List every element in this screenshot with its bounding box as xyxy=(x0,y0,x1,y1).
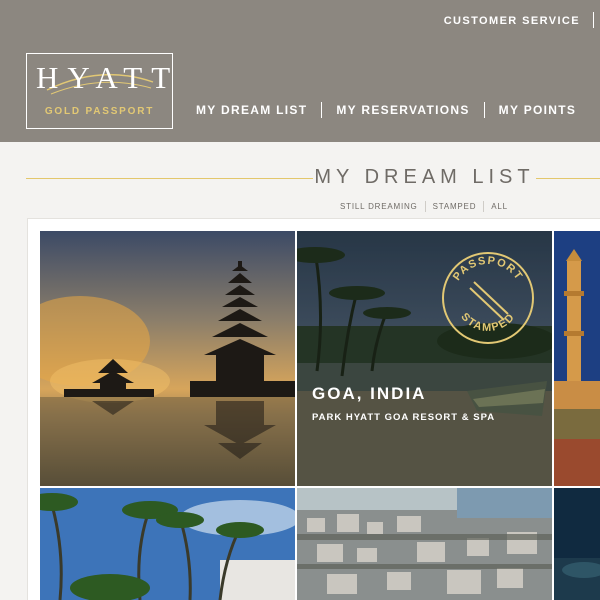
night-coast-image xyxy=(554,488,600,600)
filter-divider xyxy=(424,201,426,212)
filter-stamped[interactable]: STAMPED xyxy=(433,202,477,211)
stamp-bottom-text: STAMPED xyxy=(458,311,516,334)
logo-wordmark: HYATT xyxy=(36,60,180,95)
destination-tile-minaret[interactable] xyxy=(554,231,600,486)
svg-text:STAMPED: STAMPED xyxy=(458,311,517,334)
dream-list-filters: STILL DREAMING STAMPED ALL xyxy=(340,201,508,212)
customer-service-link[interactable]: CUSTOMER SERVICE xyxy=(444,15,580,27)
passport-stamp-icon: PASSPORT STAMPED xyxy=(442,252,534,344)
destination-tile-bali-temple[interactable] xyxy=(40,231,295,486)
tile-city-label: GOA, INDIA xyxy=(312,384,427,403)
destination-tile-night-coast[interactable] xyxy=(554,488,600,600)
stamp-top-text: PASSPORT xyxy=(451,255,524,283)
destination-tile-goa-india[interactable]: PASSPORT STAMPED GOA, INDIA PARK HYATT G… xyxy=(297,231,552,486)
temple-sunset-image xyxy=(40,231,295,486)
palm-beach-image xyxy=(40,488,295,600)
minaret-image xyxy=(554,231,600,486)
nav-divider xyxy=(483,102,485,118)
utility-divider xyxy=(593,12,594,28)
hyatt-gold-passport-logo[interactable]: HYATT GOLD PASSPORT xyxy=(26,53,173,129)
filter-all[interactable]: ALL xyxy=(491,202,508,211)
logo-subtitle: GOLD PASSPORT xyxy=(44,106,155,117)
nav-divider xyxy=(321,102,323,118)
nav-my-points[interactable]: MY POINTS xyxy=(499,103,577,117)
site-header: CUSTOMER SERVICE HYATT GOLD PASSPORT MY … xyxy=(0,0,600,142)
title-rule-left xyxy=(26,178,313,179)
nav-my-reservations[interactable]: MY RESERVATIONS xyxy=(336,103,469,117)
svg-text:PASSPORT: PASSPORT xyxy=(451,255,525,283)
filter-divider xyxy=(483,201,485,212)
nav-my-dream-list[interactable]: MY DREAM LIST xyxy=(196,103,307,117)
title-rule-right xyxy=(536,178,600,179)
filter-still-dreaming[interactable]: STILL DREAMING xyxy=(340,202,418,211)
coastal-city-image xyxy=(297,488,552,600)
page-title: MY DREAM LIST xyxy=(314,166,535,188)
destination-tile-palm-beach[interactable] xyxy=(40,488,295,600)
destination-tile-coastal-city[interactable] xyxy=(297,488,552,600)
main-nav: MY DREAM LIST MY RESERVATIONS MY POINTS xyxy=(196,102,576,118)
tile-hotel-label: PARK HYATT GOA RESORT & SPA xyxy=(312,412,496,423)
